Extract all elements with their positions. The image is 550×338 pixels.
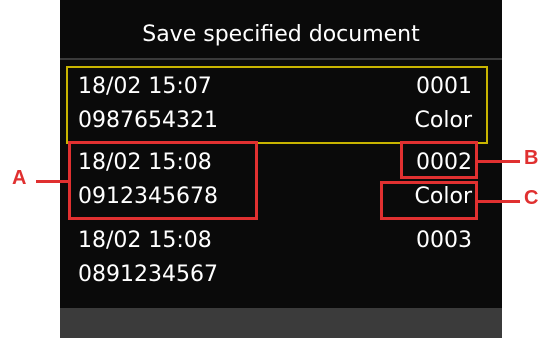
item-datetime: 18/02 15:07 (78, 74, 212, 99)
callout-a-line (36, 180, 68, 183)
document-list-item[interactable]: 18/02 15:07 0987654321 0001 Color (66, 66, 488, 144)
callout-b-box (400, 141, 478, 179)
screen-title: Save specified document (142, 22, 420, 47)
item-document-number: 0003 (416, 228, 472, 253)
bottom-bar (60, 308, 502, 338)
title-divider (60, 58, 502, 60)
item-document-number: 0001 (416, 74, 472, 99)
stage: Save specified document 18/02 15:07 0987… (0, 0, 550, 338)
item-fax-number: 0987654321 (78, 108, 218, 133)
callout-a-label: A (12, 167, 27, 189)
item-fax-number: 0891234567 (78, 262, 218, 287)
callout-c-line (478, 200, 520, 203)
callout-a-box (68, 141, 258, 220)
callout-c-box (380, 181, 478, 220)
item-color-mode: Color (414, 108, 472, 133)
callout-c-label: C (524, 187, 539, 209)
document-list-item[interactable]: 18/02 15:08 0891234567 0003 (68, 222, 486, 296)
item-datetime: 18/02 15:08 (78, 228, 212, 253)
callout-b-label: B (524, 147, 539, 169)
callout-b-line (478, 160, 520, 163)
